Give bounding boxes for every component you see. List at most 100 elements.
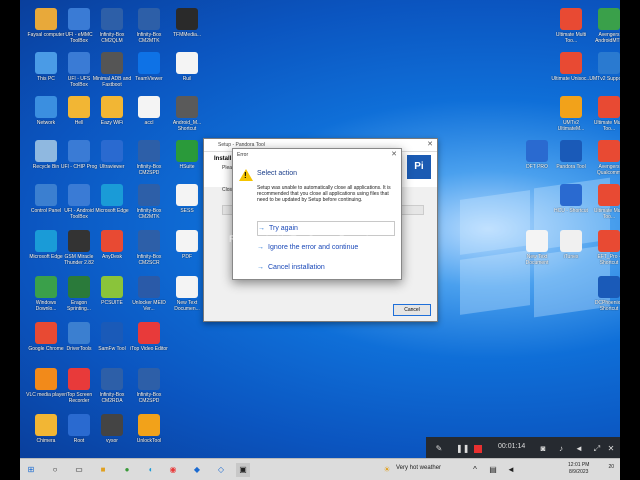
pause-icon[interactable]: ❚❚ [456, 443, 469, 454]
desktop-shortcut-label: Ultimate Multi Too... [555, 32, 587, 44]
cancel-installation-option[interactable]: → Cancel installation [257, 261, 393, 274]
desktop-shortcut[interactable]: SamFw Tool [92, 322, 132, 352]
desktop-shortcut[interactable]: TeamViewer [129, 52, 169, 82]
desktop-shortcut[interactable]: SESS [167, 184, 207, 214]
clock-date: 8/9/2023 [568, 469, 589, 475]
pen-icon[interactable]: ✎ [434, 443, 444, 454]
desktop-shortcut-label: iTop Video Editor [130, 346, 168, 352]
umt-icon [560, 52, 582, 74]
desktop-shortcut[interactable]: New Text Documen... [167, 276, 207, 312]
network-icon [35, 96, 57, 118]
desktop-shortcut[interactable]: Infinity-Box CM2RDA [92, 368, 132, 404]
desktop-shortcut-label: Eazy WiFi [100, 120, 124, 126]
folder-icon [68, 96, 90, 118]
desktop-shortcut[interactable]: iTop Video Editor [129, 322, 169, 352]
setup-taskbar-icon[interactable]: ▣ [236, 463, 250, 477]
desktop-shortcut[interactable]: Minimal ADB and Fastboot [92, 52, 132, 88]
desktop-shortcut[interactable]: iTunes [551, 230, 591, 260]
taskbar: ⊞ ○ ▭ ■ ● ◐ ◉ ◆ ◇ ▣ ☀ Very hot weather ^… [20, 458, 620, 480]
dcphoenix-icon [598, 276, 620, 298]
desktop-shortcut[interactable]: EFT_Pro - Shortcut [589, 230, 620, 266]
desktop-shortcut[interactable]: Microsoft Edge [92, 184, 132, 214]
desktop-shortcut[interactable]: Pandora Tool [551, 140, 591, 170]
desktop-shortcut[interactable]: Infinity-Box CM2MTK [129, 8, 169, 44]
umt-support-icon [598, 52, 620, 74]
infinity-box-icon [138, 368, 160, 390]
umt-icon [560, 96, 582, 118]
desktop-shortcut[interactable]: vysor [92, 414, 132, 444]
driver-tool-icon [68, 322, 90, 344]
desktop-shortcut[interactable]: HSuite [167, 140, 207, 170]
desktop-shortcut[interactable]: Ultimate Multi Too... [551, 8, 591, 44]
android-tool-icon [176, 96, 198, 118]
desktop-shortcut[interactable]: Eazy WiFi [92, 96, 132, 126]
close-icon[interactable]: ✕ [427, 140, 433, 148]
desktop-shortcut-label: Pandora Tool [556, 164, 586, 170]
desktop-shortcut[interactable]: Avengers AndroidMTK [589, 8, 620, 44]
downloader-icon [35, 276, 57, 298]
pandora-taskbar-icon[interactable]: ◆ [190, 463, 204, 477]
desktop-shortcut[interactable]: Infinity-Box CM2MTK [129, 184, 169, 220]
file-explorer-icon[interactable]: ■ [96, 463, 110, 477]
desktop-shortcut[interactable]: DCPhoenix - Shortcut [589, 276, 620, 312]
desktop-shortcut[interactable]: AnyDesk [92, 230, 132, 260]
unlocker-icon [138, 276, 160, 298]
desktop-shortcut-label: New Text Documen... [174, 300, 200, 312]
desktop-shortcut[interactable]: Ruil [167, 52, 207, 82]
edge-icon[interactable]: ◐ [144, 463, 158, 477]
document-icon [176, 52, 198, 74]
pdf-icon [176, 230, 198, 252]
desktop-shortcut[interactable]: UMTv2 UltimateM... [551, 96, 591, 132]
stop-icon[interactable] [474, 445, 482, 453]
desktop-shortcut[interactable]: Infinity-Box CM2QLM [92, 8, 132, 44]
desktop-shortcut[interactable]: Ultimate Multi Too... [589, 96, 620, 132]
desktop-shortcut[interactable]: UMTv2 Support... [589, 52, 620, 82]
task-view-icon[interactable]: ▭ [72, 463, 86, 477]
search-icon[interactable]: ○ [48, 463, 62, 477]
start-icon[interactable]: ⊞ [24, 463, 38, 477]
desktop-shortcut[interactable]: Android_M... Shortcut [167, 96, 207, 132]
camera-icon[interactable]: ◙ [538, 443, 548, 454]
weather-text[interactable]: Very hot weather [396, 465, 441, 471]
desktop-shortcut-label: Avengers Qualcomm [596, 164, 620, 176]
recycle-bin-icon [35, 140, 57, 162]
network-icon[interactable]: ▤ [486, 463, 500, 477]
dft-pro-icon [526, 140, 548, 162]
desktop-shortcut[interactable]: PDF [167, 230, 207, 260]
option-label: Cancel installation [268, 264, 325, 271]
screen-recorder-icon[interactable]: ◉ [166, 463, 180, 477]
app-icon[interactable]: ◇ [214, 463, 228, 477]
microphone-icon[interactable]: ♪ [556, 443, 566, 454]
desktop-shortcut[interactable]: Ultraviewer [92, 140, 132, 170]
chrome-icon[interactable]: ● [120, 463, 134, 477]
desktop-shortcut[interactable]: Infinity-Box CM2SPD [129, 140, 169, 176]
letterbox-left [0, 0, 20, 480]
desktop-shortcut-label: UMTv2 Support... [589, 76, 620, 82]
volume-icon[interactable]: ◄ [574, 443, 584, 454]
desktop-shortcut[interactable]: Unlocker MEID Ver... [129, 276, 169, 312]
clock[interactable]: 12:01 PM 8/9/2023 [568, 462, 589, 476]
desktop-shortcut[interactable]: Infinity-Box CM2SCR [129, 230, 169, 266]
volume-icon[interactable]: ◄ [504, 463, 518, 477]
close-icon[interactable]: ✕ [391, 150, 397, 158]
desktop-shortcut[interactable]: accl [129, 96, 169, 126]
desktop-shortcut[interactable]: Infinity-Box CM2SPD [129, 368, 169, 404]
option-label: Try again [269, 225, 298, 232]
screen-recorder-icon [68, 368, 90, 390]
desktop-shortcut[interactable]: TFMMedia... [167, 8, 207, 38]
desktop-shortcut[interactable]: Ultimate Unisoc... [551, 52, 591, 82]
desktop-shortcut[interactable]: PCSUITE [92, 276, 132, 306]
desktop-shortcut[interactable]: Ultimate Multi Too... [589, 184, 620, 220]
itunes-icon [560, 230, 582, 252]
desktop-shortcut[interactable]: HCU - Shortcut [551, 184, 591, 214]
cancel-button[interactable]: Cancel [393, 304, 431, 316]
error-dialog[interactable]: Error ✕ ! Select action Setup was unable… [232, 148, 402, 280]
desktop-shortcut[interactable]: UnlockTool [129, 414, 169, 444]
close-icon[interactable]: ✕ [606, 443, 616, 454]
ufi-icon [68, 184, 90, 206]
notification-badge[interactable]: 20 [608, 464, 614, 470]
expand-icon[interactable]: ⤢ [592, 443, 602, 454]
desktop-shortcut[interactable]: Avengers Qualcomm [589, 140, 620, 176]
chevron-up-icon[interactable]: ^ [468, 463, 482, 477]
infinity-box-icon [138, 184, 160, 206]
